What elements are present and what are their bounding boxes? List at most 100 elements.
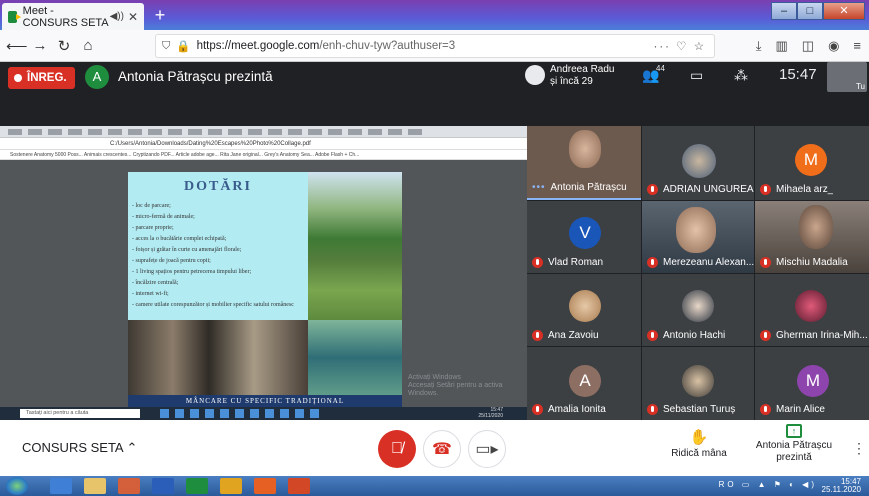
forward-icon[interactable]: → — [30, 37, 50, 54]
mic-off-icon — [647, 184, 658, 195]
pdf-photo-pond — [308, 320, 402, 395]
explorer-icon[interactable] — [84, 478, 106, 494]
browser-nav-bar: ⟵ → ↻ ⌂ ⛉ 🔒 https://meet.google.com/enh-… — [0, 30, 869, 62]
mic-off-icon — [532, 404, 543, 415]
pdf-title: DOTĂRI — [183, 179, 252, 194]
powerpoint-icon[interactable] — [288, 478, 310, 494]
new-tab-button[interactable]: + — [150, 4, 170, 26]
participant-tile[interactable]: M Mihaela arz_ — [755, 126, 869, 200]
excel-icon[interactable] — [186, 478, 208, 494]
presenting-line1: Antonia Pătrașcu — [755, 440, 833, 451]
present-now-button[interactable]: ↑ Antonia Pătrașcu prezintă — [752, 424, 836, 464]
participant-name: Ana Zavoiu — [548, 330, 599, 341]
toolbar-icons: ⤓ ▥ ◫ ◉ ≡ — [756, 38, 861, 54]
participant-tile[interactable]: Antonio Hachi — [642, 274, 754, 346]
chevron-up-icon: ⌃ — [126, 440, 138, 455]
shared-bookmarks: Sostenere Anatomy 5000 Poss... Animais c… — [0, 150, 527, 160]
activities-icon[interactable]: ⁂ — [734, 67, 748, 84]
participant-tile[interactable]: Gherman Irina-Mih... — [755, 274, 869, 346]
recording-badge: ÎNREG. — [8, 67, 75, 89]
participant-tile[interactable]: Mischiu Madalia — [755, 201, 869, 273]
participant-name: Antonio Hachi — [663, 330, 726, 341]
close-window-button[interactable]: ✕ — [823, 2, 865, 20]
firefox-icon[interactable] — [254, 478, 276, 494]
leave-call-button[interactable]: ☎ — [423, 430, 461, 468]
participant-photo — [795, 290, 827, 322]
pdf-list-item: - loc de parcare; — [132, 203, 171, 209]
mic-toggle-button[interactable]: 🎙̸ — [378, 430, 416, 468]
raise-hand-button[interactable]: ✋ Ridică mâna — [668, 428, 730, 459]
mic-off-icon: 🎙̸ — [391, 440, 403, 457]
activate-windows-notice: Activați Windows Accesați Setări pentru … — [408, 374, 527, 398]
maximize-button[interactable]: □ — [797, 2, 823, 20]
participant-label: Mihaela arz_ — [760, 184, 833, 195]
participant-label: ADRIAN UNGUREA... — [647, 184, 754, 195]
shield-icon[interactable]: ⛉ — [162, 40, 170, 53]
participant-avatar: V — [569, 217, 601, 249]
presenter-avatar: A — [85, 65, 109, 89]
language-indicator: RO — [718, 480, 737, 489]
tray-icons[interactable]: RO ▭ ▲ ⚑ ◐ ◀) — [719, 481, 817, 489]
downloads-icon[interactable]: ⤓ — [756, 38, 762, 54]
ie-icon[interactable] — [50, 478, 72, 494]
participant-tile[interactable]: M Marin Alice — [755, 347, 869, 420]
window-controls: – □ ✕ — [771, 2, 865, 20]
participant-photo — [569, 290, 601, 322]
shared-screen: C:/Users/Antonia/Downloads/Dating%20Esca… — [0, 126, 527, 420]
participant-tile[interactable]: Sebastian Turuș — [642, 347, 754, 420]
word-icon[interactable] — [152, 478, 174, 494]
shared-taskbar-icons — [160, 409, 319, 418]
participant-photo — [682, 290, 714, 322]
pdf-list-item: - suprafețe de joacă pentru copii; — [132, 258, 211, 264]
minimize-button[interactable]: – — [771, 2, 797, 20]
participant-avatar: A — [569, 365, 601, 397]
participant-name: Antonia Pătrașcu — [550, 182, 627, 193]
sidebar-icon[interactable]: ◫ — [802, 38, 814, 54]
more-options-icon[interactable]: ⋮ — [852, 440, 866, 457]
lock-icon[interactable]: 🔒 — [176, 39, 190, 53]
pdf-list-item: - 1 living spațios pentru petrecerea tim… — [132, 269, 252, 275]
speaking-indicator-icon: ••• — [532, 182, 546, 193]
participant-tile[interactable]: Merezeanu Alexan... — [642, 201, 754, 273]
page-actions[interactable]: ··· ♡ ☆ — [654, 39, 707, 53]
account-icon[interactable]: ◉ — [828, 38, 839, 54]
shared-search-box: Tastați aici pentru a căuta — [20, 409, 140, 418]
participant-tile[interactable]: Ana Zavoiu — [527, 274, 641, 346]
url-path: /enh-chuv-tyw?authuser=3 — [319, 40, 456, 52]
participant-video — [676, 207, 716, 253]
library-icon[interactable]: ▥ — [775, 38, 787, 54]
participant-label: Merezeanu Alexan... — [647, 257, 754, 268]
presenting-line2: prezintă — [776, 452, 812, 463]
chrome-icon[interactable] — [220, 478, 242, 494]
mic-off-icon — [532, 257, 543, 268]
participant-label: Gherman Irina-Mih... — [760, 330, 868, 341]
participant-tile[interactable]: ••• Antonia Pătrașcu — [527, 126, 641, 200]
mic-off-icon — [760, 184, 771, 195]
tab-sound-icon[interactable]: ◀)) — [110, 11, 124, 22]
media-player-icon[interactable] — [118, 478, 140, 494]
self-view: Tu — [827, 62, 867, 92]
home-icon[interactable]: ⌂ — [78, 37, 98, 54]
participant-name: Vlad Roman — [548, 257, 604, 268]
camera-toggle-button[interactable]: ▭▸ — [468, 430, 506, 468]
tab-title: Meet - CONSURS SETA — [22, 4, 109, 29]
start-button[interactable] — [6, 477, 28, 495]
participant-video — [799, 205, 833, 249]
address-bar[interactable]: ⛉ 🔒 https://meet.google.com/enh-chuv-tyw… — [155, 34, 715, 58]
meeting-details-button[interactable]: CONSURS SETA ⌃ — [22, 440, 137, 456]
participant-tile[interactable]: ADRIAN UNGUREA... — [642, 126, 754, 200]
menu-icon[interactable]: ≡ — [853, 38, 861, 54]
participant-label: Vlad Roman — [532, 257, 603, 268]
participant-avatar: M — [797, 365, 829, 397]
shared-clock-date: 25/11/2020 — [478, 412, 503, 419]
participant-tile[interactable]: A Amalia Ionita — [527, 347, 641, 420]
browser-tab-meet[interactable]: Meet - CONSURS SETA ◀)) ✕ — [2, 3, 144, 30]
participant-tile[interactable]: V Vlad Roman — [527, 201, 641, 273]
chat-icon[interactable]: ▭ — [690, 67, 703, 84]
reload-icon[interactable]: ↻ — [54, 37, 74, 55]
participant-name: Sebastian Turuș — [663, 404, 736, 415]
pdf-list-item: - internet wi-fi; — [132, 291, 169, 297]
url-host: https://meet.google.com — [196, 40, 320, 52]
back-icon[interactable]: ⟵ — [6, 37, 28, 55]
tab-close-icon[interactable]: ✕ — [128, 10, 138, 24]
